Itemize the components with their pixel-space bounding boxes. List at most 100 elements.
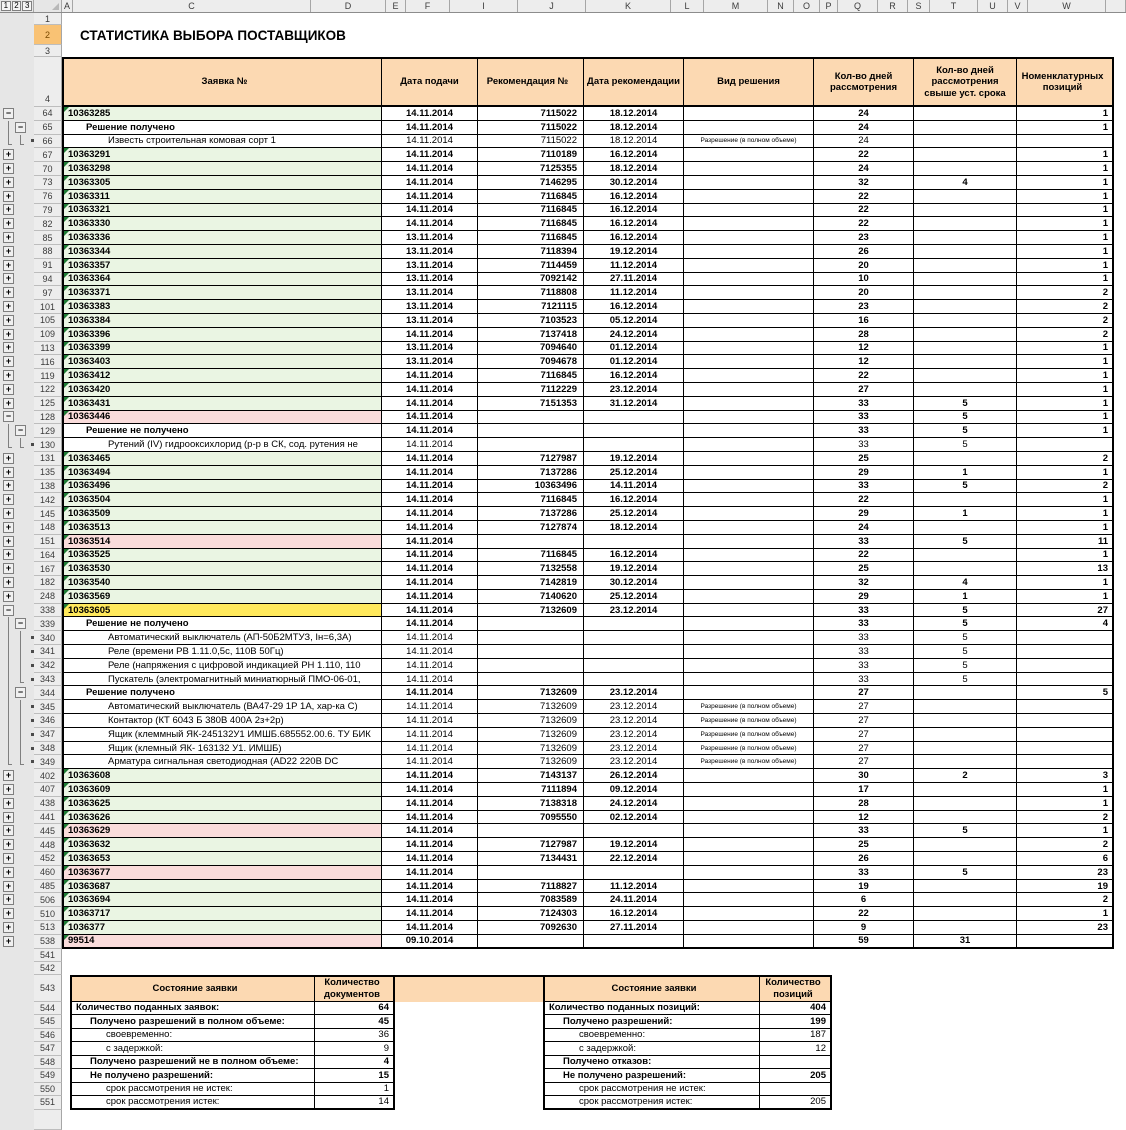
cell-decision-type[interactable]	[684, 314, 814, 328]
cell-recommendation-date[interactable]	[584, 673, 684, 687]
cell-days-considered[interactable]: 33	[814, 480, 914, 494]
row-header[interactable]: 145	[34, 507, 62, 521]
cell-positions-count[interactable]: 1	[1017, 397, 1114, 411]
cell-recommendation-date[interactable]: 09.12.2014	[584, 783, 684, 797]
cell-days-overdue[interactable]	[914, 880, 1017, 894]
cell-recommendation-date[interactable]: 22.12.2014	[584, 852, 684, 866]
cell-days-considered[interactable]: 30	[814, 769, 914, 783]
cell-submit-date[interactable]: 14.11.2014	[382, 383, 478, 397]
cell-decision-type[interactable]	[684, 355, 814, 369]
cell-positions-count[interactable]	[1017, 645, 1114, 659]
summary-left-value[interactable]: 36	[315, 1029, 395, 1043]
cell-days-considered[interactable]: 20	[814, 259, 914, 273]
outline-expand-button[interactable]: +	[3, 384, 14, 395]
cell-recommendation-date[interactable]: 16.12.2014	[584, 231, 684, 245]
cell-days-overdue[interactable]	[914, 562, 1017, 576]
row-header[interactable]: 485	[34, 880, 62, 894]
cell-days-considered[interactable]: 32	[814, 576, 914, 590]
cell-days-considered[interactable]: 29	[814, 466, 914, 480]
summary-right-value[interactable]: 199	[760, 1015, 832, 1029]
cell-recommendation-date[interactable]	[584, 631, 684, 645]
row-header[interactable]: 64	[34, 107, 62, 121]
row-header[interactable]: 547	[34, 1042, 62, 1056]
outline-expand-button[interactable]: +	[3, 246, 14, 257]
cell-submit-date[interactable]: 13.11.2014	[382, 245, 478, 259]
cell-decision-type[interactable]	[684, 604, 814, 618]
cell-decision-type[interactable]	[684, 907, 814, 921]
column-header-W[interactable]: W	[1028, 0, 1106, 12]
cell-days-considered[interactable]: 59	[814, 935, 914, 949]
cell-submit-date[interactable]: 13.11.2014	[382, 286, 478, 300]
cell-positions-count[interactable]	[1017, 742, 1114, 756]
outline-collapse-button[interactable]: −	[3, 411, 14, 422]
row-header[interactable]: 116	[34, 355, 62, 369]
row-header[interactable]: 545	[34, 1015, 62, 1029]
cell-submit-date[interactable]: 14.11.2014	[382, 328, 478, 342]
cell-decision-type[interactable]	[684, 369, 814, 383]
cell-positions-count[interactable]: 1	[1017, 342, 1114, 356]
cell-submit-date[interactable]: 14.11.2014	[382, 176, 478, 190]
outline-expand-button[interactable]: +	[3, 177, 14, 188]
cell-days-overdue[interactable]	[914, 493, 1017, 507]
cell-recommendation-date[interactable]: 16.12.2014	[584, 369, 684, 383]
cell-positions-count[interactable]	[1017, 135, 1114, 149]
cell-request-number[interactable]: 10363298	[64, 162, 382, 176]
cell-positions-count[interactable]: 2	[1017, 452, 1114, 466]
row-header[interactable]: 441	[34, 811, 62, 825]
cell-submit-date[interactable]: 14.11.2014	[382, 466, 478, 480]
cell-positions-count[interactable]: 1	[1017, 217, 1114, 231]
outline-expand-button[interactable]: +	[3, 315, 14, 326]
cell-request-number[interactable]: 10363396	[64, 328, 382, 342]
cell-decision-type[interactable]	[684, 493, 814, 507]
summary-left-value[interactable]: 14	[315, 1096, 395, 1110]
cell-recommendation-number[interactable]: 7127987	[478, 838, 584, 852]
cell-recommendation-number[interactable]: 7132609	[478, 714, 584, 728]
cell-positions-count[interactable]	[1017, 631, 1114, 645]
cell-recommendation-number[interactable]: 7116845	[478, 549, 584, 563]
cell-days-overdue[interactable]	[914, 783, 1017, 797]
outline-expand-button[interactable]: +	[3, 329, 14, 340]
cell-positions-count[interactable]: 1	[1017, 369, 1114, 383]
cell-decision-type[interactable]	[684, 562, 814, 576]
cell-positions-count[interactable]: 1	[1017, 259, 1114, 273]
cell-request-number[interactable]: Ящик (клеммный ЯК-245132У1 ИМШБ.685552.0…	[64, 728, 382, 742]
cell-days-considered[interactable]: 22	[814, 217, 914, 231]
cell-recommendation-number[interactable]: 7116845	[478, 493, 584, 507]
cell-decision-type[interactable]	[684, 438, 814, 452]
outline-expand-button[interactable]: +	[3, 798, 14, 809]
cell-submit-date[interactable]: 14.11.2014	[382, 797, 478, 811]
cell-decision-type[interactable]	[684, 921, 814, 935]
cell-recommendation-number[interactable]: 7127874	[478, 521, 584, 535]
cell-request-number[interactable]: 10363504	[64, 493, 382, 507]
cell-recommendation-number[interactable]	[478, 673, 584, 687]
cell-request-number[interactable]: 10363694	[64, 893, 382, 907]
cell-days-considered[interactable]: 27	[814, 700, 914, 714]
cell-recommendation-date[interactable]: 27.11.2014	[584, 921, 684, 935]
cell-recommendation-number[interactable]: 7115022	[478, 121, 584, 135]
row-header[interactable]: 85	[34, 231, 62, 245]
cell-days-overdue[interactable]	[914, 135, 1017, 149]
cell-days-overdue[interactable]	[914, 797, 1017, 811]
cell-recommendation-date[interactable]: 25.12.2014	[584, 590, 684, 604]
cell-days-overdue[interactable]	[914, 921, 1017, 935]
cell-days-overdue[interactable]	[914, 259, 1017, 273]
cell-request-number[interactable]: 10363525	[64, 549, 382, 563]
cell-days-overdue[interactable]	[914, 148, 1017, 162]
cell-positions-count[interactable]: 1	[1017, 107, 1114, 121]
outline-expand-button[interactable]: +	[3, 867, 14, 878]
cell-request-number[interactable]: 10363608	[64, 769, 382, 783]
row-header[interactable]: 97	[34, 286, 62, 300]
cell-decision-type[interactable]	[684, 300, 814, 314]
cell-recommendation-date[interactable]: 19.12.2014	[584, 245, 684, 259]
cell-submit-date[interactable]: 14.11.2014	[382, 411, 478, 425]
cell-positions-count[interactable]	[1017, 438, 1114, 452]
cell-recommendation-date[interactable]: 05.12.2014	[584, 314, 684, 328]
outline-expand-button[interactable]: +	[3, 494, 14, 505]
cell-request-number[interactable]: 10363653	[64, 852, 382, 866]
cell-decision-type[interactable]	[684, 935, 814, 949]
cell-request-number[interactable]: 10363291	[64, 148, 382, 162]
column-header-D[interactable]: D	[311, 0, 386, 12]
cell-days-overdue[interactable]	[914, 700, 1017, 714]
outline-expand-button[interactable]: +	[3, 356, 14, 367]
outline-expand-button[interactable]: +	[3, 191, 14, 202]
